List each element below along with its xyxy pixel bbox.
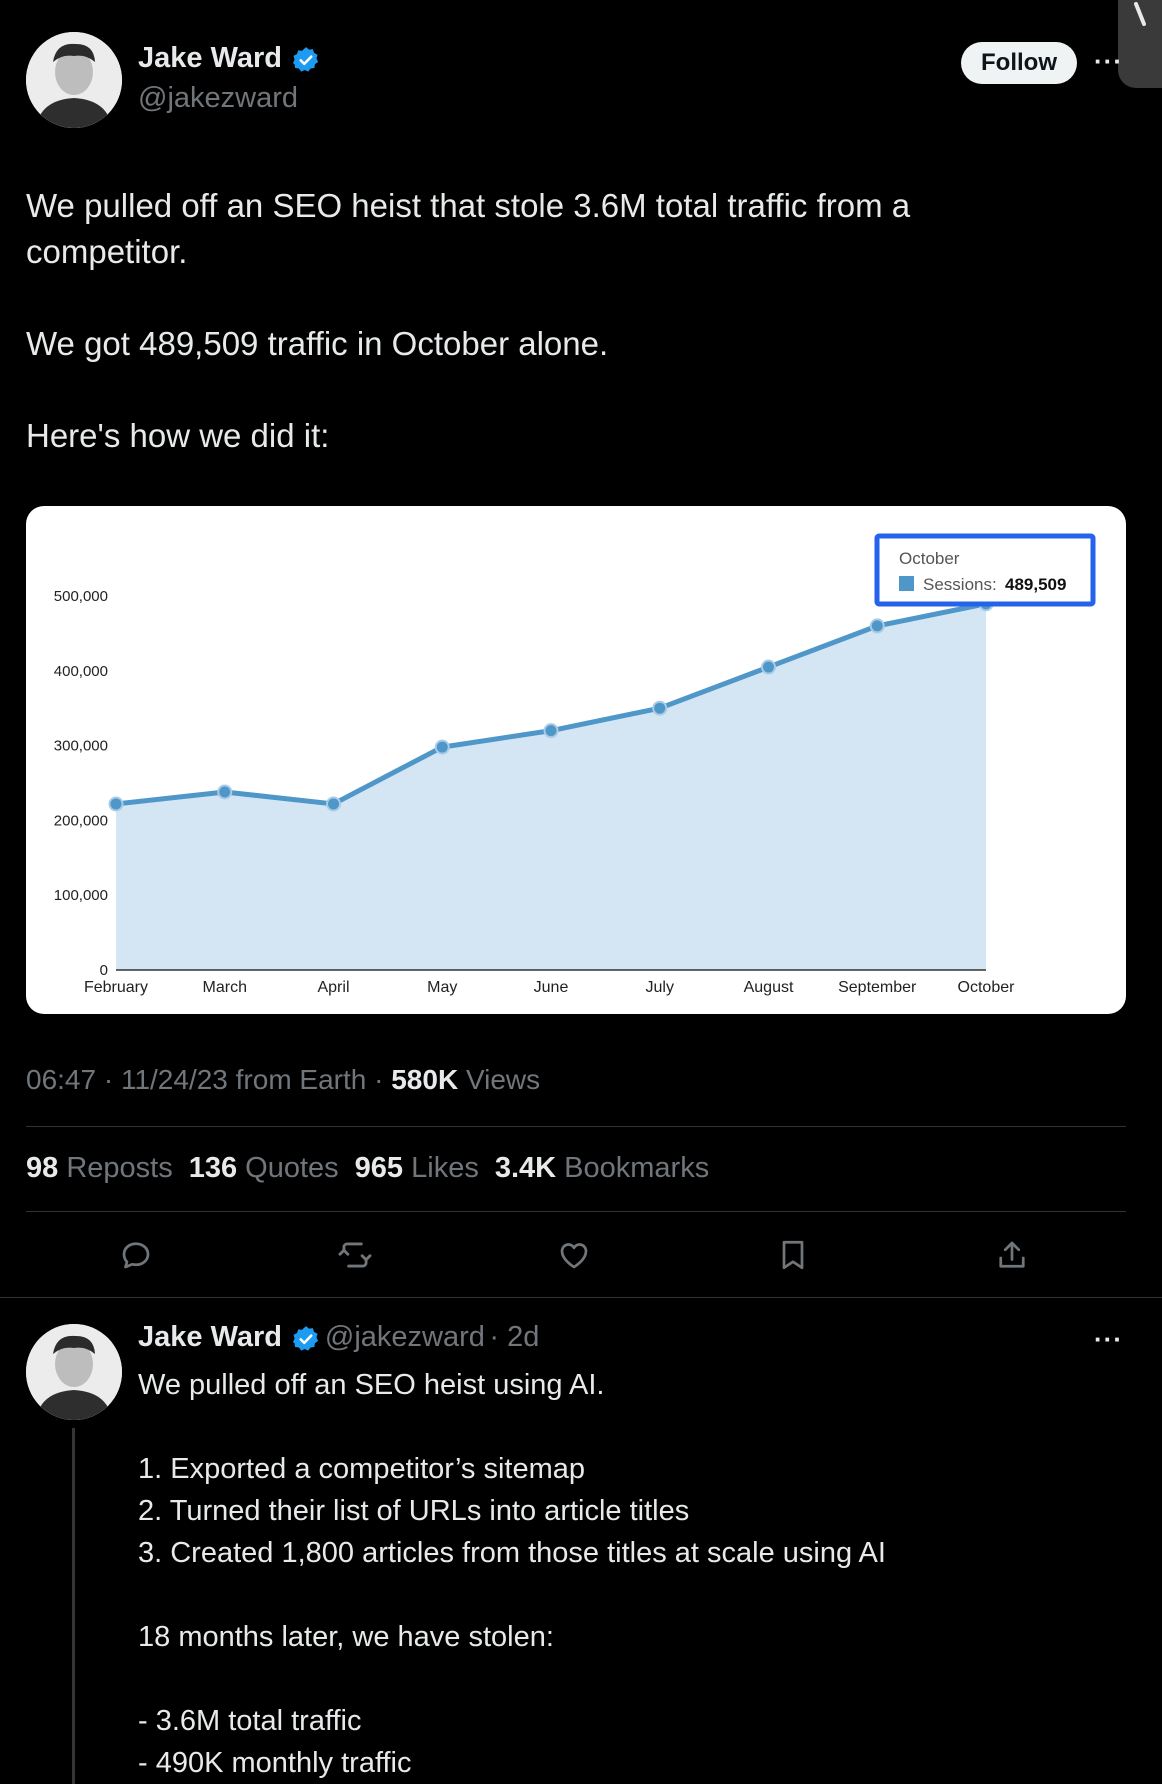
reply-age[interactable]: · 2d bbox=[489, 1321, 539, 1353]
data-point[interactable] bbox=[434, 739, 450, 755]
reply-icon[interactable] bbox=[113, 1232, 159, 1278]
bookmarks-stat[interactable]: 3.4K Bookmarks bbox=[495, 1152, 709, 1185]
reposts-stat[interactable]: 98 Reposts bbox=[26, 1152, 173, 1185]
x-tick-label: May bbox=[427, 979, 457, 996]
verified-badge-icon bbox=[292, 46, 320, 79]
tweet-text: We pulled off an SEO heist that stole 3.… bbox=[26, 187, 911, 454]
x-tick-label: July bbox=[646, 979, 674, 996]
y-tick-label: 500,000 bbox=[54, 588, 108, 605]
x-tick-label: October bbox=[958, 979, 1016, 996]
divider bbox=[26, 1211, 1126, 1212]
data-point[interactable] bbox=[108, 796, 124, 812]
reply-author-row: Jake Ward @jakezward · 2d bbox=[138, 1321, 539, 1358]
y-tick-label: 400,000 bbox=[54, 663, 108, 680]
verified-badge-icon bbox=[292, 1325, 320, 1358]
data-point[interactable] bbox=[761, 659, 776, 675]
follow-button[interactable]: Follow bbox=[961, 42, 1077, 84]
y-tick-label: 300,000 bbox=[54, 738, 108, 755]
engagement-stats: 98 Reposts 136 Quotes 965 Likes 3.4K Boo… bbox=[26, 1152, 709, 1185]
area-fill bbox=[116, 603, 986, 970]
y-tick-label: 200,000 bbox=[54, 812, 108, 829]
data-point[interactable] bbox=[217, 784, 233, 800]
like-icon[interactable] bbox=[551, 1232, 597, 1278]
likes-stat[interactable]: 965 Likes bbox=[355, 1152, 479, 1185]
tweet-timestamp[interactable]: 06:47 · 11/24/23 from Earth · bbox=[26, 1064, 391, 1095]
x-tick-label: June bbox=[534, 979, 569, 996]
x-tick-label: February bbox=[84, 979, 148, 996]
quotes-stat[interactable]: 136 Quotes bbox=[189, 1152, 339, 1185]
data-point[interactable] bbox=[869, 618, 885, 634]
x-tick-label: September bbox=[838, 979, 917, 996]
author-handle[interactable]: @jakezward bbox=[138, 82, 298, 115]
tooltip-title: October bbox=[899, 549, 960, 568]
scroll-arrow-icon bbox=[1134, 2, 1146, 26]
tooltip-series-label: Sessions: bbox=[923, 575, 997, 594]
tooltip-swatch bbox=[899, 576, 914, 591]
tooltip-value: 489,509 bbox=[1005, 575, 1066, 594]
bookmark-icon[interactable] bbox=[770, 1232, 816, 1278]
tweet-meta: 06:47 · 11/24/23 from Earth · 580K Views bbox=[26, 1064, 540, 1096]
reply-author-handle[interactable]: @jakezward bbox=[325, 1321, 485, 1353]
avatar-image bbox=[26, 1324, 122, 1420]
views-count: 580K bbox=[391, 1064, 459, 1095]
retweet-icon[interactable] bbox=[332, 1232, 378, 1278]
y-tick-label: 100,000 bbox=[54, 887, 108, 904]
x-tick-label: March bbox=[203, 979, 247, 996]
x-tick-label: April bbox=[317, 979, 349, 996]
avatar[interactable] bbox=[26, 32, 122, 128]
chart-image[interactable]: 500,000 400,000 300,000 200,000 100,000 0 Febr… bbox=[26, 506, 1126, 1014]
data-point[interactable] bbox=[652, 700, 668, 716]
reply-author-name[interactable]: Jake Ward bbox=[138, 1321, 282, 1353]
x-tick-label: August bbox=[744, 979, 794, 996]
views-label: Views bbox=[458, 1064, 541, 1095]
avatar-image bbox=[26, 32, 122, 128]
y-tick-label: 0 bbox=[100, 962, 108, 979]
more-options-button[interactable]: ··· bbox=[1094, 46, 1123, 77]
divider bbox=[0, 1297, 1162, 1298]
data-point[interactable] bbox=[543, 723, 559, 739]
scroll-handle[interactable] bbox=[1118, 0, 1162, 88]
divider bbox=[26, 1126, 1126, 1127]
share-icon[interactable] bbox=[989, 1232, 1035, 1278]
author-name[interactable]: Jake Ward bbox=[138, 42, 282, 74]
author-row: Jake Ward bbox=[138, 42, 320, 79]
reply-avatar[interactable] bbox=[26, 1324, 122, 1420]
sessions-chart: 500,000 400,000 300,000 200,000 100,000 0Febr… bbox=[54, 533, 1096, 996]
data-point[interactable] bbox=[326, 796, 341, 812]
reply-more-button[interactable]: ··· bbox=[1094, 1324, 1123, 1355]
thread-line bbox=[72, 1428, 75, 1784]
reply-text: We pulled off an SEO heist using AI. 1. … bbox=[138, 1369, 886, 1779]
